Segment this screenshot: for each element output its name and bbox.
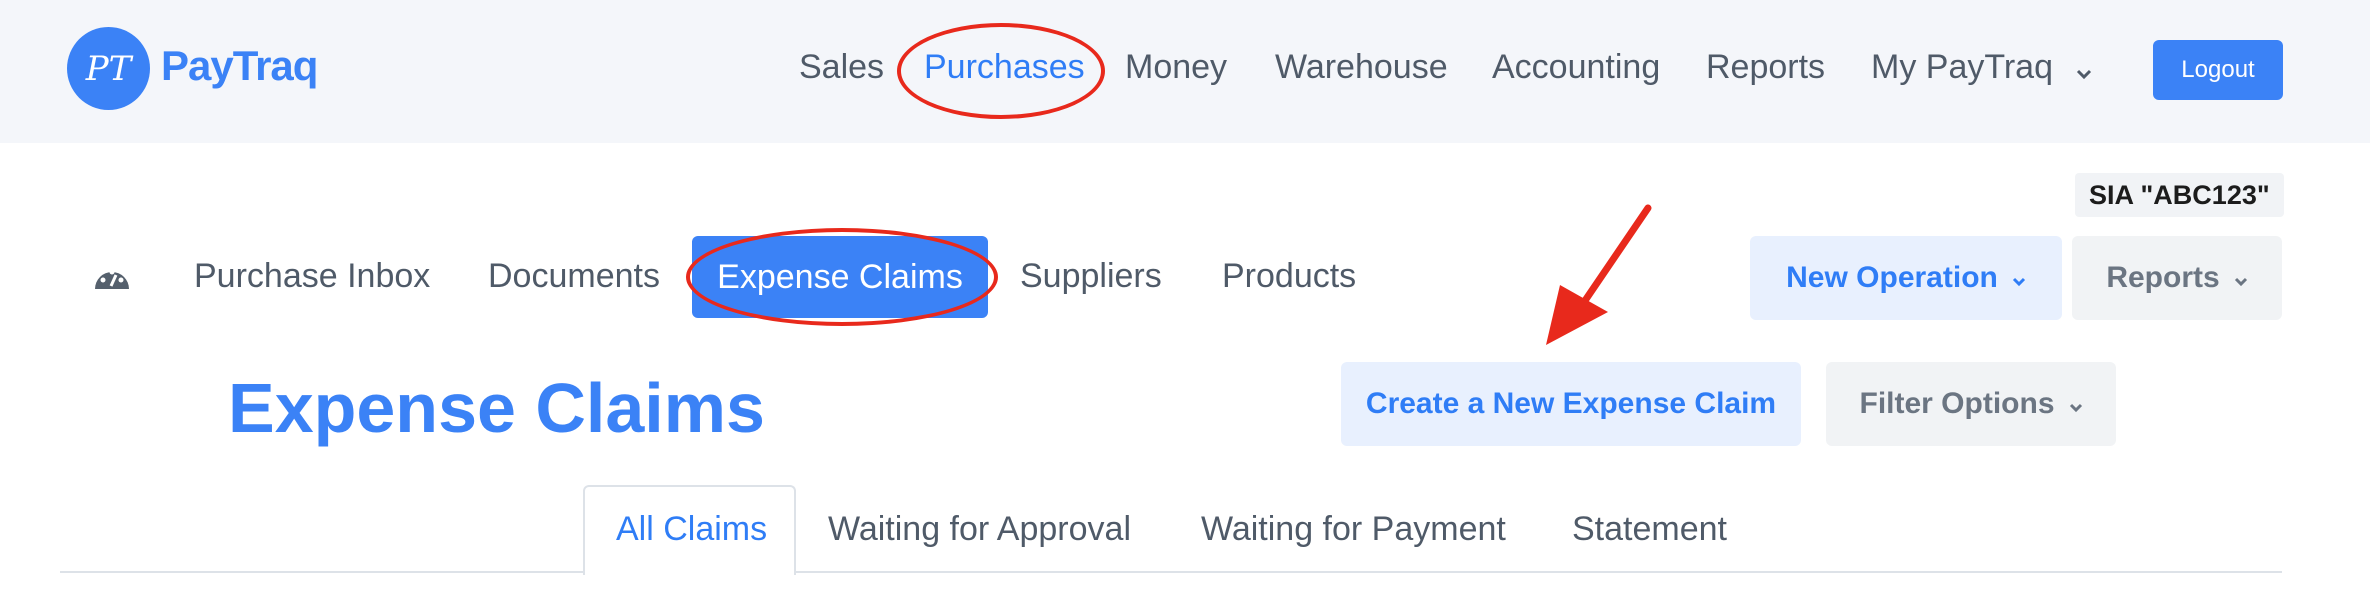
chevron-down-icon	[2012, 261, 2026, 295]
company-badge: SIA "ABC123"	[2075, 173, 2284, 217]
nav-money[interactable]: Money	[1125, 48, 1227, 87]
speedometer-icon[interactable]	[92, 262, 132, 292]
chevron-down-icon	[2076, 50, 2092, 89]
nav-purchases[interactable]: Purchases	[924, 48, 1085, 87]
reports-dropdown-label: Reports	[2106, 261, 2220, 294]
paytraq-logo[interactable]: PT	[67, 27, 150, 110]
tab-waiting-for-payment[interactable]: Waiting for Payment	[1201, 510, 1506, 549]
tab-all-claims[interactable]: All Claims	[616, 510, 767, 549]
subnav-documents[interactable]: Documents	[488, 257, 660, 296]
create-expense-claim-button[interactable]: Create a New Expense Claim	[1341, 362, 1801, 446]
annotation-arrow-icon	[1546, 204, 1652, 345]
logout-button[interactable]: Logout	[2153, 40, 2283, 100]
subnav-suppliers[interactable]: Suppliers	[1020, 257, 1162, 296]
filter-options-label: Filter Options	[1859, 387, 2055, 420]
nav-reports[interactable]: Reports	[1706, 48, 1825, 87]
tab-statement[interactable]: Statement	[1572, 510, 1727, 549]
new-operation-label: New Operation	[1786, 261, 1998, 294]
subnav-products[interactable]: Products	[1222, 257, 1356, 296]
tab-waiting-for-approval[interactable]: Waiting for Approval	[828, 510, 1131, 549]
nav-warehouse[interactable]: Warehouse	[1275, 48, 1448, 87]
chevron-down-icon	[2069, 387, 2083, 421]
brand-name: PayTraq	[161, 42, 318, 89]
logo-monogram: PT	[85, 48, 132, 89]
new-operation-button[interactable]: New Operation	[1750, 236, 2062, 320]
chevron-down-icon	[2234, 261, 2248, 295]
reports-dropdown-button[interactable]: Reports	[2072, 236, 2282, 320]
subnav-expense-claims[interactable]: Expense Claims	[692, 236, 988, 318]
page-title: Expense Claims	[228, 369, 765, 447]
nav-sales[interactable]: Sales	[799, 48, 884, 87]
tab-divider	[60, 571, 2282, 573]
filter-options-button[interactable]: Filter Options	[1826, 362, 2116, 446]
nav-my-paytraq-label: My PayTraq	[1871, 48, 2054, 86]
subnav-purchase-inbox[interactable]: Purchase Inbox	[194, 257, 430, 296]
nav-accounting[interactable]: Accounting	[1492, 48, 1660, 87]
nav-my-paytraq[interactable]: My PayTraq	[1871, 48, 2092, 89]
